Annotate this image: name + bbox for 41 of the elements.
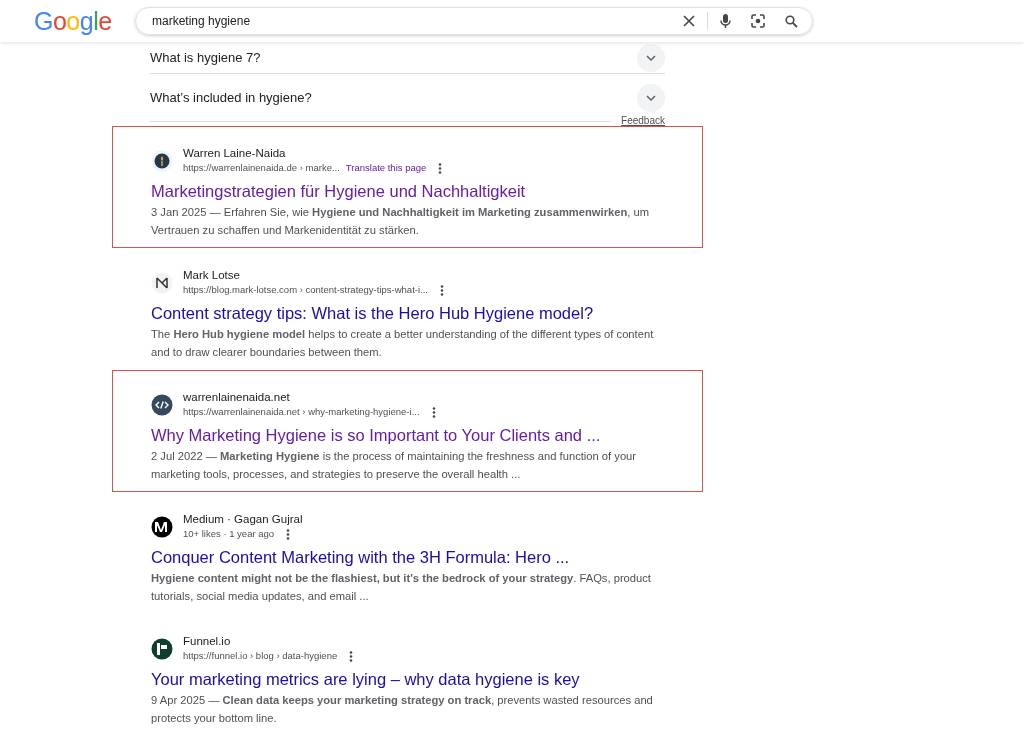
result-snippet: The Hero Hub hygiene model helps to create a better understanding of the different types of content and to draw clearer boundaries between them. bbox=[151, 327, 655, 360]
result-snippet: 3 Jan 2025 — Erfahren Sie, wie Hygiene und Nachhaltigkeit im Marketing zusammenwirken, um Vertrauen zu schaffen und Markenidentität zu stärken. bbox=[151, 205, 651, 238]
result-snippet: Hygiene content might not be the flashiest, but it's the bedrock of your strategy. FAQs, product tutorials, social media updates, and email ... bbox=[151, 571, 652, 604]
search-icon[interactable] bbox=[785, 14, 798, 28]
feedback-link[interactable]: Feedback bbox=[621, 115, 665, 126]
more-options-icon[interactable] bbox=[286, 528, 291, 540]
result-url: https://warrenlainenaida.net › why-marketing-hygiene-i... bbox=[183, 405, 420, 419]
result-url: https://warrenlainenaida.de › marke... bbox=[183, 161, 340, 175]
result-title-link[interactable]: Marketingstrategien für Hygiene und Nachhaltigkeit bbox=[151, 180, 664, 202]
code-icon bbox=[151, 393, 173, 416]
result-snippet: 2 Jul 2022 — Marketing Hygiene is the process of maintaining the freshness and function of your marketing tools, processes, and strategies to preserve the overall health ... bbox=[151, 449, 638, 482]
more-options-icon[interactable] bbox=[438, 162, 443, 174]
translate-link[interactable]: Translate this page bbox=[345, 161, 427, 175]
result-url: https://funnel.io › blog › data-hygiene bbox=[183, 649, 338, 663]
site-name: Medium · Gagan Gujral bbox=[183, 512, 303, 527]
result-snippet: 9 Apr 2025 — Clean data keeps your marketing strategy on track, prevents wasted resources and protects your bottom line. bbox=[151, 693, 654, 726]
microphone-icon[interactable] bbox=[720, 13, 731, 29]
more-options-icon[interactable] bbox=[431, 406, 436, 418]
monogram-icon bbox=[151, 515, 173, 538]
close-icon[interactable] bbox=[683, 15, 695, 27]
more-options-icon[interactable] bbox=[349, 650, 354, 662]
result-url: https://blog.mark-lotse.com › content-strategy-tips-what-i... bbox=[183, 283, 428, 297]
site-name: Funnel.io bbox=[183, 634, 232, 649]
monogram-icon bbox=[151, 271, 173, 294]
more-options-icon[interactable] bbox=[440, 284, 444, 296]
faq-question[interactable]: What’s included in hygiene? bbox=[150, 90, 312, 105]
site-name: Mark Lotse bbox=[183, 268, 241, 283]
funnel-logo-icon bbox=[151, 637, 173, 660]
google-logo[interactable]: Google bbox=[34, 6, 135, 36]
result-title-link[interactable]: Content strategy tips: What is the Hero Hub Hygiene model? bbox=[151, 302, 664, 324]
site-name: warrenlainenaida.net bbox=[183, 390, 291, 405]
result-title-link[interactable]: Why Marketing Hygiene is so Important to Your Clients and ... bbox=[151, 424, 664, 446]
chevron-icon bbox=[646, 94, 656, 101]
camera-icon[interactable] bbox=[751, 14, 765, 28]
site-name: Warren Laine-Naida bbox=[183, 146, 287, 161]
chevron-icon bbox=[646, 54, 656, 61]
result-title-link[interactable]: Conquer Content Marketing with the 3H Formula: Hero ... bbox=[151, 546, 664, 568]
faq-question[interactable]: What is hygiene 7? bbox=[150, 50, 261, 65]
result-title-link[interactable]: Your marketing metrics are lying – why data hygiene is key bbox=[151, 668, 664, 690]
result-url: 10+ likes · 1 year ago bbox=[183, 527, 275, 541]
search-field[interactable]: marketing hygiene bbox=[152, 14, 683, 28]
